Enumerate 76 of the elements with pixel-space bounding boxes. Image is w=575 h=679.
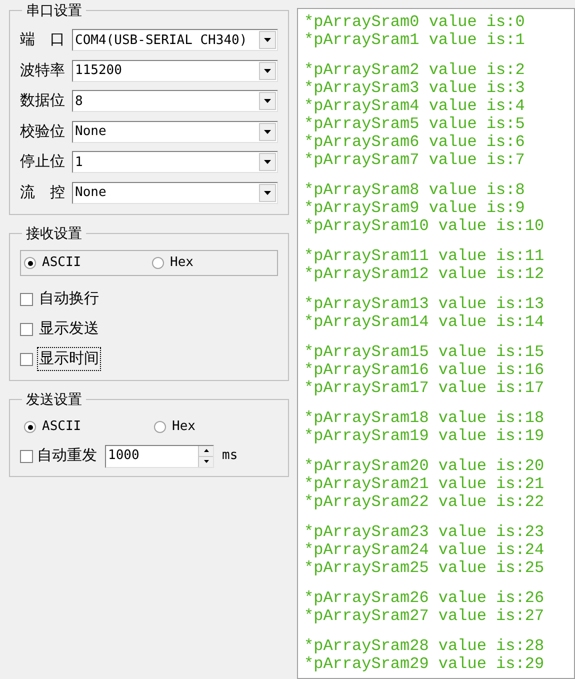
output-line: *pArraySram11 value is:11 [304,247,546,265]
group-title: 发送设置 [25,390,83,409]
output-line: *pArraySram20 value is:20 [304,457,546,475]
radio-button[interactable] [24,421,36,433]
output-line: *pArraySram2 value is:2 [304,61,526,79]
combo-box[interactable]: None [72,120,278,143]
field-label: 波特率 [20,60,66,80]
caret-icon [264,160,271,164]
output-line: *pArraySram13 value is:13 [304,295,546,313]
output-line: *pArraySram15 value is:15 [304,343,546,361]
output-line: *pArraySram22 value is:22 [304,493,546,511]
output-line: *pArraySram27 value is:27 [304,607,546,625]
radio-button[interactable] [152,257,164,269]
combo-box[interactable]: 1 [72,151,278,174]
output-line: *pArraySram28 value is:28 [304,637,546,655]
unit-label: ms [222,447,238,466]
dropdown-button[interactable] [259,62,276,80]
output-line: *pArraySram23 value is:23 [304,523,546,541]
output-line: *pArraySram17 value is:17 [304,379,546,397]
output-line: *pArraySram7 value is:7 [304,151,526,169]
output-line: *pArraySram14 value is:14 [304,313,546,331]
output-line: *pArraySram21 value is:21 [304,475,546,493]
output-line: *pArraySram8 value is:8 [304,181,526,199]
output-line: *pArraySram19 value is:19 [304,427,546,445]
dropdown-button[interactable] [259,184,276,202]
caret-icon [264,130,271,134]
output-line: *pArraySram29 value is:29 [304,655,546,673]
spin-arrows-icon[interactable] [198,446,213,466]
output-line: *pArraySram12 value is:12 [304,265,546,283]
dropdown-button[interactable] [259,31,276,50]
radio-label[interactable]: Hex [172,417,196,437]
checkbox-label[interactable]: 自动重发 [37,444,101,468]
output-line: *pArraySram5 value is:5 [304,115,526,133]
checkbox[interactable] [20,352,33,366]
group-title: 接收设置 [25,224,83,243]
caret-icon [264,190,271,195]
output-line: *pArraySram26 value is:26 [304,589,546,607]
radio-label[interactable]: ASCII [42,417,82,437]
output-line: *pArraySram9 value is:9 [304,199,526,217]
field-label: 流 控 [20,182,66,202]
field-label: 校验位 [20,122,66,142]
spin-box[interactable]: 1000 [105,444,214,468]
output-line: *pArraySram18 value is:18 [304,409,546,427]
checkbox[interactable] [20,450,33,462]
caret-icon [264,38,271,42]
dropdown-button[interactable] [259,153,276,172]
output-line: *pArraySram3 value is:3 [304,79,526,97]
field-label: 端 口 [20,30,66,50]
field-label: 停止位 [20,152,66,172]
field-label: 数据位 [20,91,66,111]
caret-icon [264,68,271,73]
radio-label[interactable]: ASCII [42,253,82,273]
output-line: *pArraySram4 value is:4 [304,97,526,115]
radio-button[interactable] [154,421,166,433]
output-line: *pArraySram0 value is:0 [304,13,526,31]
combo-box[interactable]: 8 [72,90,278,112]
radio-button[interactable] [24,257,36,269]
output-line: *pArraySram10 value is:10 [304,217,546,235]
output-line: *pArraySram1 value is:1 [304,31,526,49]
checkbox-label[interactable]: 显示时间 [37,346,101,372]
checkbox-label[interactable]: 显示发送 [37,316,101,342]
combo-box[interactable]: None [72,182,278,204]
checkbox[interactable] [20,322,33,336]
combo-box[interactable]: 115200 [72,60,278,82]
output-line: *pArraySram25 value is:25 [304,559,546,577]
output-line: *pArraySram24 value is:24 [304,541,546,559]
checkbox-label[interactable]: 自动换行 [37,286,101,312]
dropdown-button[interactable] [259,122,276,141]
group-title: 串口设置 [25,1,83,20]
dropdown-button[interactable] [259,92,276,110]
radio-label[interactable]: Hex [170,253,194,273]
combo-box[interactable]: COM4(USB-SERIAL CH340) [72,29,278,52]
output-line: *pArraySram16 value is:16 [304,361,546,379]
output-line: *pArraySram6 value is:6 [304,133,526,151]
checkbox[interactable] [20,292,33,306]
caret-icon [264,99,271,104]
